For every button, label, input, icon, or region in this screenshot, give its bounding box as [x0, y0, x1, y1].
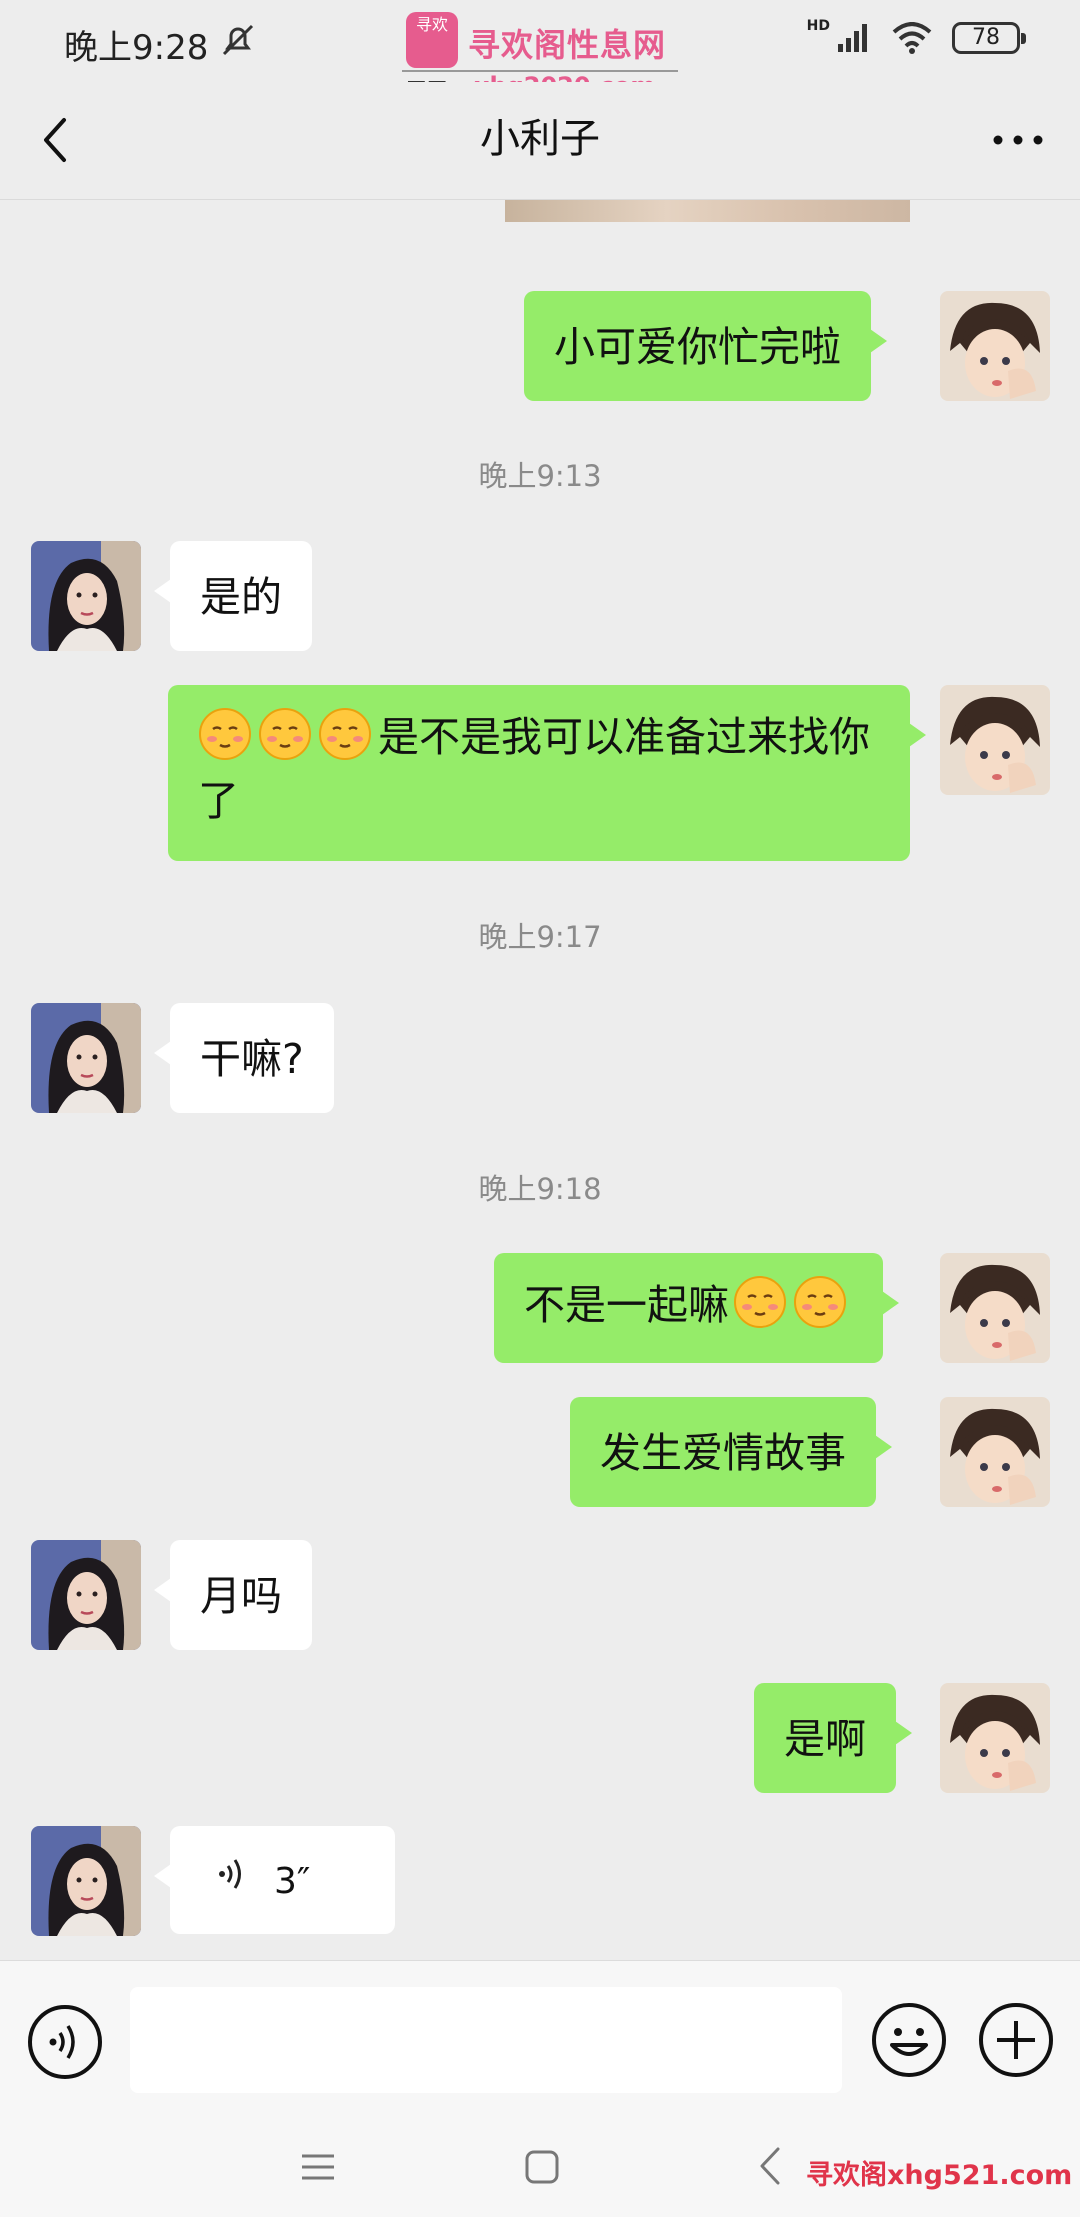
message-text: 发生爱情故事: [600, 1429, 846, 1477]
status-indicators: HD 78: [807, 18, 1026, 54]
avatar-me[interactable]: [940, 291, 1050, 401]
message-text: 月吗: [200, 1572, 282, 1620]
message-bubble-contact[interactable]: 是的: [154, 541, 312, 651]
blushing-face-emoji-icon: [199, 708, 251, 760]
avatar-contact[interactable]: [31, 1003, 141, 1113]
avatar-me[interactable]: [940, 1397, 1050, 1507]
chat-screen: 晚上9:28 HD 78 寻欢 寻欢阁性息网 ■■➡: [0, 0, 1080, 2217]
image-message-partial[interactable]: [505, 200, 910, 222]
menu-icon[interactable]: [298, 2147, 338, 2187]
message-text: 小可爱你忙完啦: [554, 323, 841, 371]
avatar-contact[interactable]: [31, 541, 141, 651]
voice-wave-icon: [219, 1859, 241, 1889]
blushing-face-emoji-icon: [259, 708, 311, 760]
message-timestamp: 晚上9:18: [478, 1172, 602, 1206]
blushing-face-emoji-icon: [319, 708, 371, 760]
bell-off-icon: [222, 24, 254, 56]
input-bar: [0, 1960, 1080, 2115]
message-bubble-contact[interactable]: 月吗: [154, 1540, 312, 1650]
message-text: 是的: [200, 573, 282, 621]
avatar-me[interactable]: [940, 1683, 1050, 1793]
message-bubble-me[interactable]: 是啊: [754, 1683, 912, 1793]
signal-icon: [838, 24, 867, 52]
chat-header: 小利子: [0, 82, 1080, 200]
status-time: 晚上9:28: [64, 28, 209, 68]
system-navigation-bar: 寻欢阁xhg521.com: [0, 2115, 1080, 2217]
watermark-title: 寻欢阁性息网: [468, 26, 667, 64]
message-text: 不是一起嘛: [524, 1281, 729, 1329]
message-bubble-me[interactable]: 发生爱情故事: [570, 1397, 892, 1507]
battery-indicator: 78: [952, 22, 1026, 54]
watermark-footer: 寻欢阁xhg521.com: [806, 2160, 1073, 2191]
avatar-me[interactable]: [940, 685, 1050, 795]
blushing-face-emoji-icon: [734, 1276, 786, 1328]
message-timestamp: 晚上9:17: [478, 920, 602, 954]
blushing-face-emoji-icon: [794, 1276, 846, 1328]
message-text: 干嘛?: [200, 1035, 304, 1083]
wifi-icon: [892, 22, 932, 54]
message-input[interactable]: [130, 1987, 842, 2093]
message-timestamp: 晚上9:13: [478, 459, 602, 493]
voice-mode-icon[interactable]: [26, 2003, 104, 2081]
more-dots-icon[interactable]: [980, 102, 1056, 178]
back-arrow-icon[interactable]: [752, 2145, 788, 2187]
network-type-label: HD: [806, 18, 830, 34]
message-bubble-me[interactable]: 不是一起嘛: [494, 1253, 899, 1363]
chat-title: 小利子: [480, 116, 600, 162]
message-bubble-me[interactable]: 小可爱你忙完啦: [524, 291, 887, 401]
avatar-me[interactable]: [940, 1253, 1050, 1363]
home-square-icon[interactable]: [522, 2147, 562, 2187]
message-bubble-contact[interactable]: 干嘛?: [154, 1003, 334, 1113]
voice-duration: 3″: [274, 1861, 311, 1902]
avatar-contact[interactable]: [31, 1540, 141, 1650]
avatar-contact[interactable]: [31, 1826, 141, 1936]
message-text: 是啊: [784, 1715, 866, 1763]
emoji-smile-icon[interactable]: [870, 2001, 948, 2079]
plus-circle-icon[interactable]: [977, 2001, 1055, 2079]
voice-message-bubble[interactable]: 3″: [154, 1826, 395, 1934]
message-bubble-me[interactable]: 是不是我可以准备过来找你了: [168, 685, 926, 861]
watermark-logo: 寻欢: [406, 12, 458, 68]
